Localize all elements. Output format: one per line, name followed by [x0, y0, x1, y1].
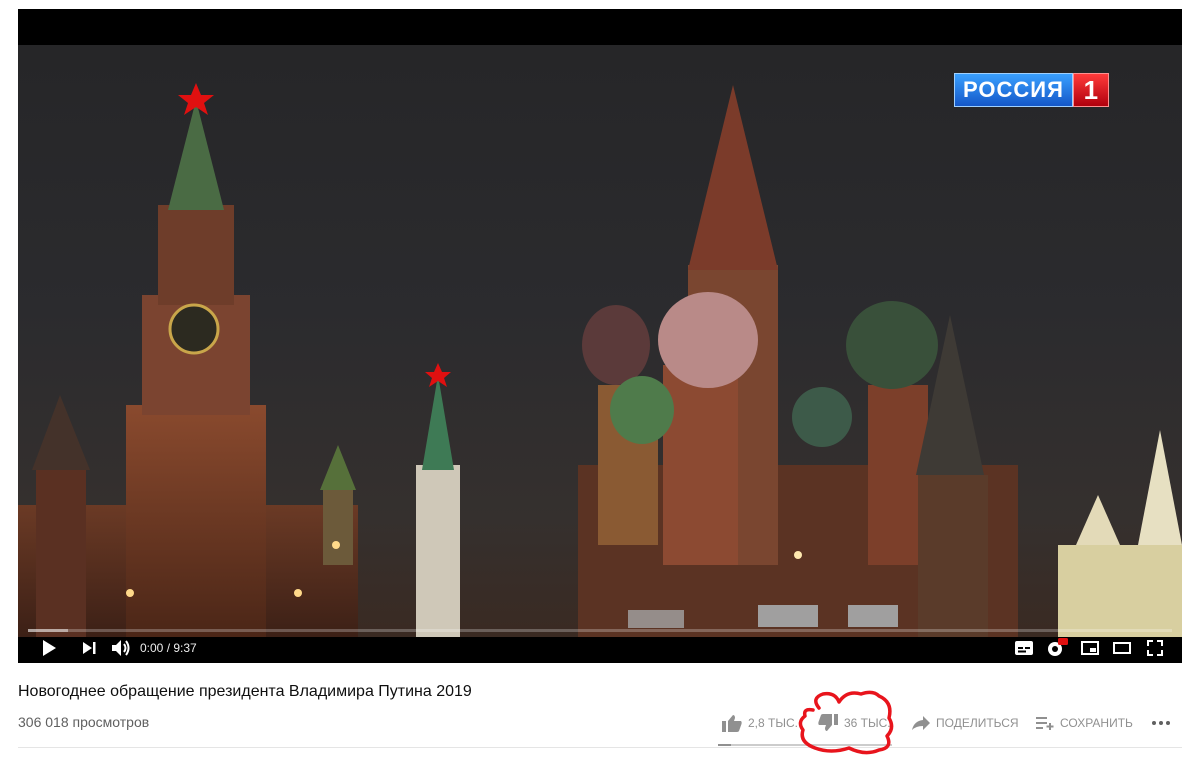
red-square-night-scene [18, 83, 1182, 637]
save-button[interactable]: СОХРАНИТЬ [1036, 707, 1133, 739]
sentiment-like-portion [718, 744, 731, 746]
progress-bar[interactable] [28, 629, 1172, 632]
play-button[interactable] [36, 633, 62, 663]
share-icon [912, 716, 930, 730]
miniplayer-icon [1081, 641, 1099, 655]
more-icon [1152, 721, 1170, 725]
like-count: 2,8 ТЫС. [748, 716, 798, 730]
settings-button[interactable] [1044, 633, 1070, 663]
volume-icon [112, 640, 130, 656]
time-display: 0:00 / 9:37 [140, 641, 197, 655]
more-actions-button[interactable] [1152, 707, 1176, 739]
video-title: Новогоднее обращение президента Владимир… [18, 683, 472, 700]
progress-buffered [28, 629, 68, 632]
subtitles-icon [1015, 641, 1033, 655]
divider [18, 747, 1182, 748]
thumbs-up-icon [722, 715, 742, 732]
like-button[interactable]: 2,8 ТЫС. [722, 707, 798, 739]
fullscreen-icon [1147, 640, 1163, 656]
video-player[interactable]: РОССИЯ 1 0:00 / 9:37 [18, 9, 1182, 663]
subtitles-button[interactable] [1011, 633, 1037, 663]
miniplayer-button[interactable] [1077, 633, 1103, 663]
volume-button[interactable] [108, 633, 134, 663]
theater-button[interactable] [1109, 633, 1135, 663]
share-button[interactable]: ПОДЕЛИТЬСЯ [912, 707, 1019, 739]
theater-icon [1113, 642, 1131, 654]
channel-logo: РОССИЯ 1 [954, 73, 1109, 107]
video-frame[interactable]: РОССИЯ 1 [18, 45, 1182, 637]
save-label: СОХРАНИТЬ [1060, 716, 1133, 730]
play-icon [43, 640, 56, 656]
next-button[interactable] [76, 633, 102, 663]
settings-hd-icon [1048, 638, 1068, 656]
red-scribble-annotation [798, 690, 894, 755]
share-label: ПОДЕЛИТЬСЯ [936, 716, 1019, 730]
channel-logo-number: 1 [1072, 73, 1109, 107]
next-icon [83, 642, 96, 654]
view-count: 306 018 просмотров [18, 714, 150, 730]
channel-logo-text: РОССИЯ [954, 73, 1073, 107]
player-controls: 0:00 / 9:37 [18, 633, 1182, 663]
fullscreen-button[interactable] [1142, 633, 1168, 663]
save-playlist-icon [1036, 717, 1054, 730]
